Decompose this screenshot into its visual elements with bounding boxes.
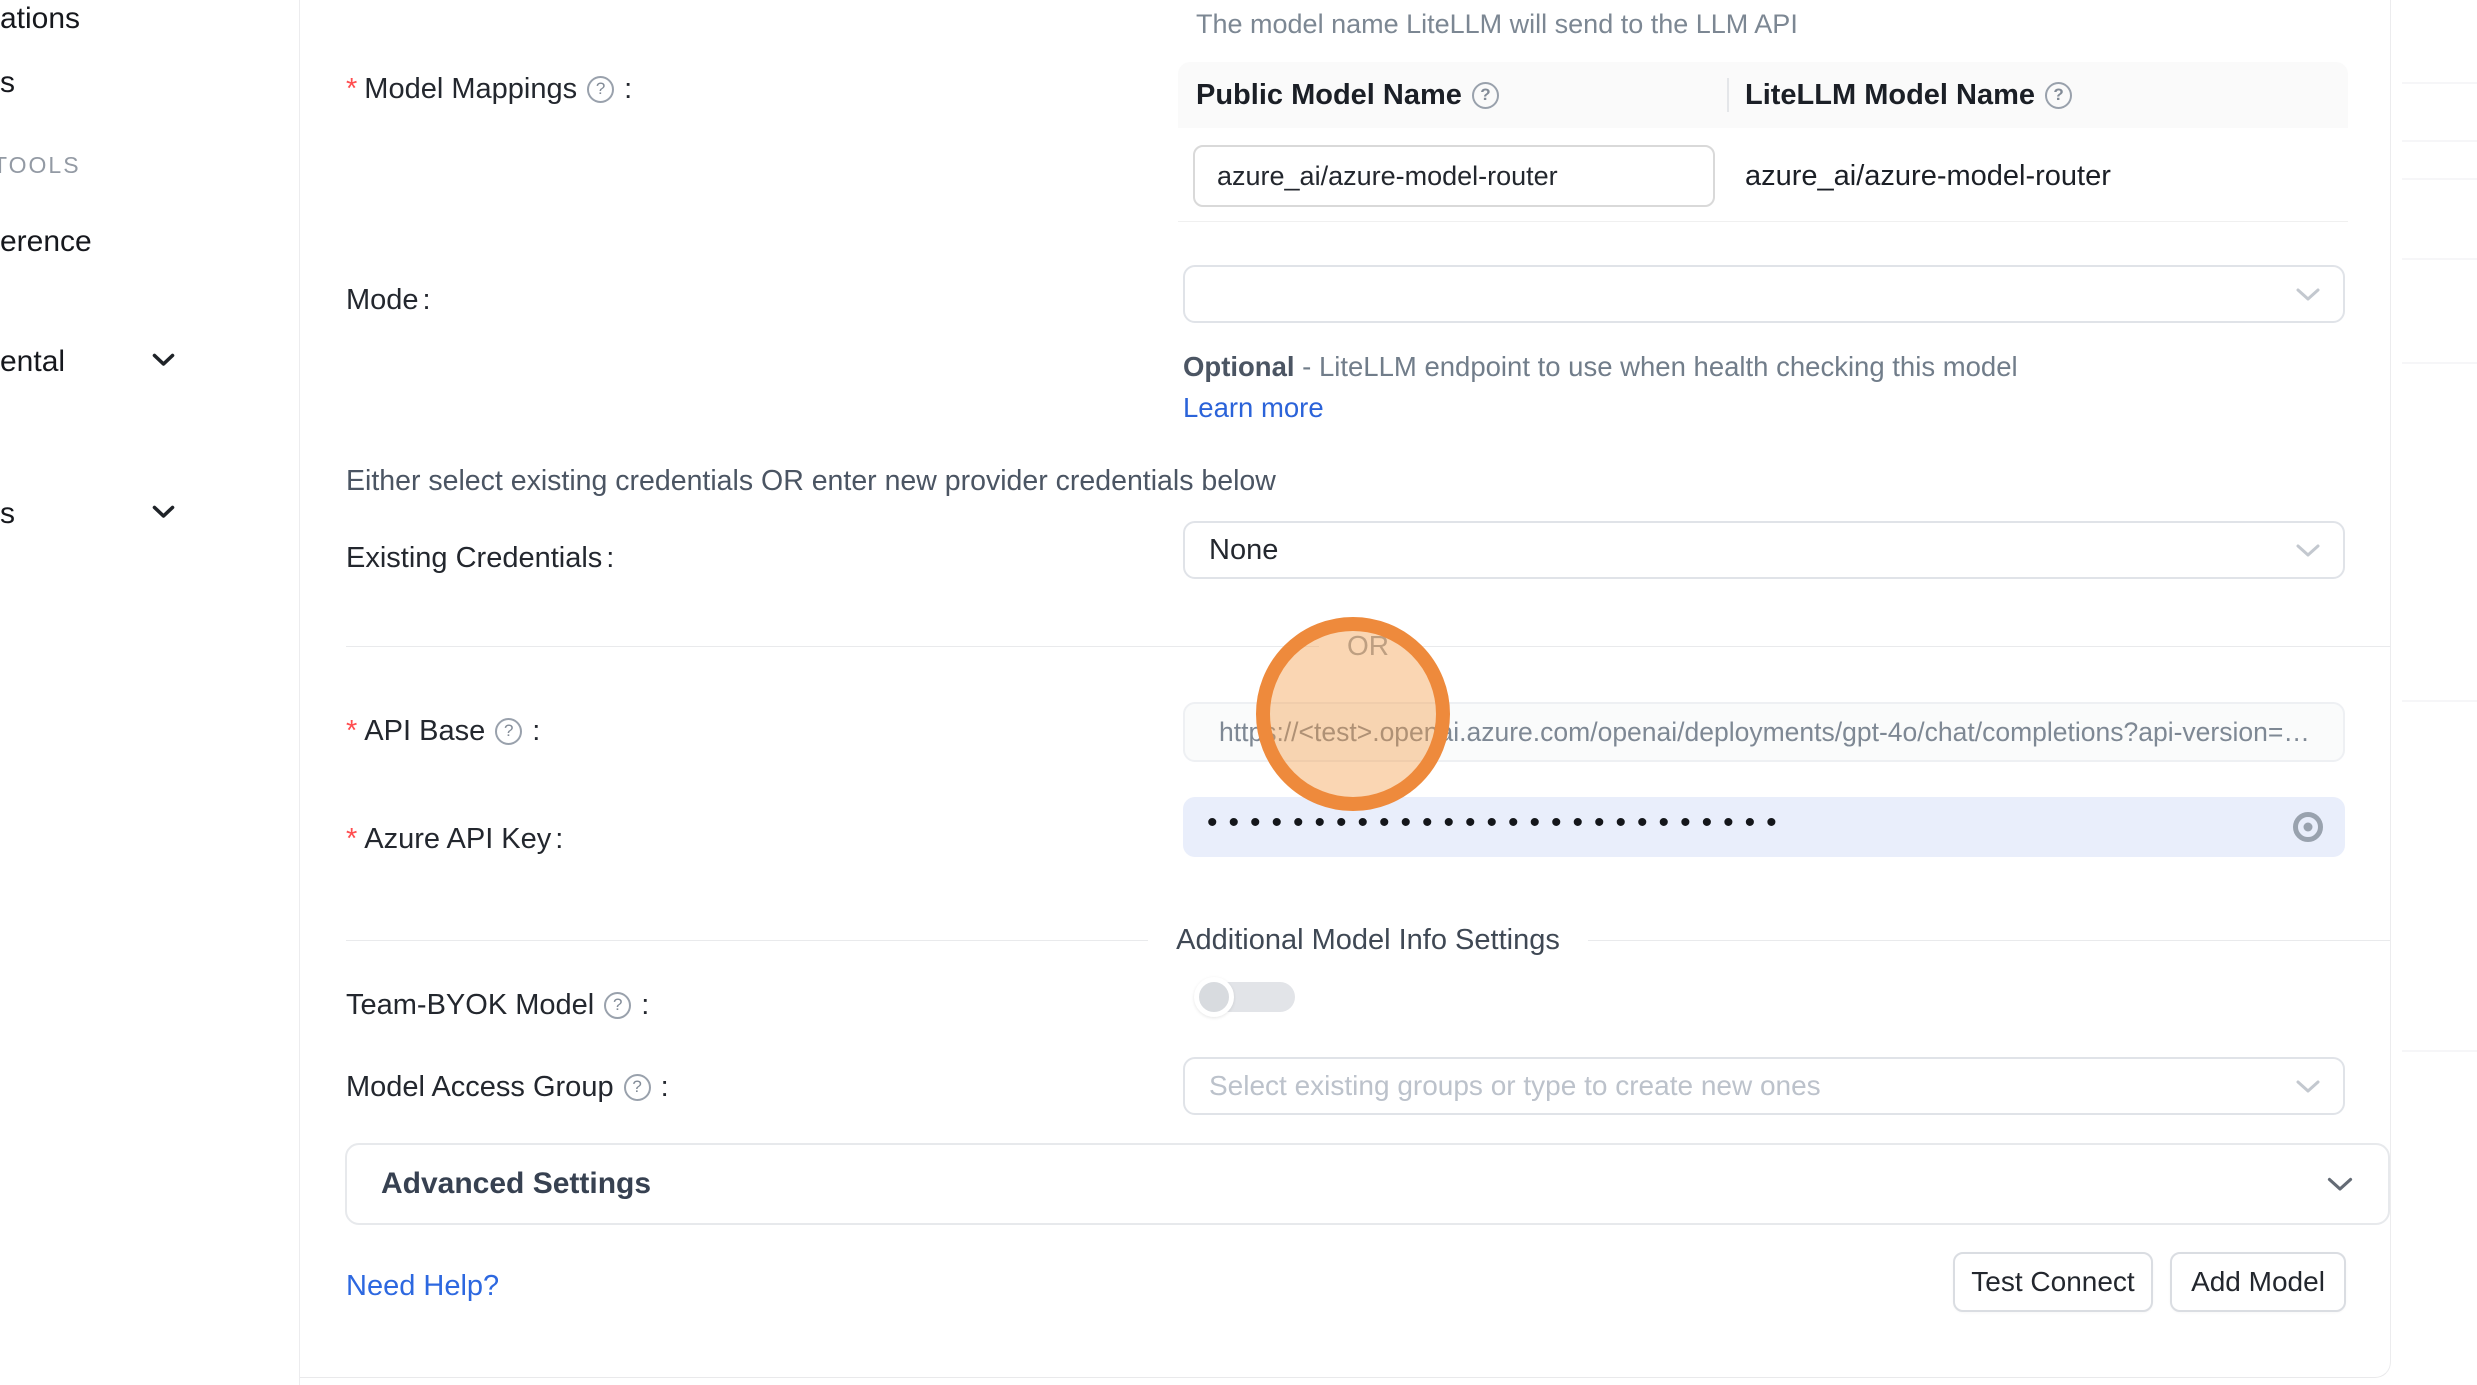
chevron-down-icon <box>2326 1176 2354 1193</box>
background-row-line <box>2402 1050 2477 1052</box>
test-connect-button[interactable]: Test Connect <box>1953 1252 2153 1312</box>
team-byok-label: Team-BYOK Model <box>346 990 649 1020</box>
column-divider <box>1727 78 1729 112</box>
background-row-line <box>2402 140 2477 142</box>
chevron-down-icon <box>2295 543 2321 558</box>
required-asterisk: * <box>346 74 357 104</box>
label-colon <box>624 74 632 104</box>
mode-select[interactable] <box>1183 265 2345 323</box>
label-colon <box>423 285 431 315</box>
label-colon <box>555 824 563 854</box>
background-row-line <box>2402 700 2477 702</box>
label-colon <box>641 990 649 1020</box>
toggle-knob <box>1194 977 1234 1017</box>
existing-credentials-label: Existing Credentials <box>346 543 614 573</box>
sidebar: ations s TOOLS erence ental s <box>0 0 300 1385</box>
column-header-public-model-name: Public Model Name <box>1196 62 1505 128</box>
model-access-group-input[interactable] <box>1209 1070 2283 1102</box>
advanced-settings-title: Advanced Settings <box>381 1167 651 1201</box>
help-icon[interactable] <box>495 718 522 745</box>
model-name-helper-text: The model name LiteLLM will send to the … <box>1196 8 1798 40</box>
learn-more-link[interactable]: Learn more <box>1183 392 1324 423</box>
label-colon <box>606 543 614 573</box>
sidebar-item-ations[interactable]: ations <box>0 2 80 36</box>
azure-api-key-label: * Azure API Key <box>346 824 563 854</box>
mode-help-text: Optional - LiteLLM endpoint to use when … <box>1183 346 2028 428</box>
advanced-settings-panel[interactable]: Advanced Settings <box>345 1143 2390 1225</box>
required-asterisk: * <box>346 824 357 854</box>
background-row-line <box>2402 362 2477 364</box>
add-model-button[interactable]: Add Model <box>2170 1252 2346 1312</box>
help-icon[interactable] <box>1472 82 1499 109</box>
chevron-down-icon[interactable] <box>152 353 175 367</box>
background-row-line <box>2402 82 2477 84</box>
api-base-input[interactable] <box>1183 702 2345 762</box>
help-icon[interactable] <box>624 1074 651 1101</box>
label-colon <box>532 716 540 746</box>
sidebar-item-erence[interactable]: erence <box>0 225 92 259</box>
team-byok-toggle[interactable] <box>1199 982 1295 1012</box>
help-icon[interactable] <box>604 992 631 1019</box>
column-header-litellm-model-name: LiteLLM Model Name <box>1745 62 2078 128</box>
api-base-label: * API Base <box>346 716 540 746</box>
model-mappings-label: * Model Mappings <box>346 74 632 104</box>
background-row-line <box>2402 258 2477 260</box>
sidebar-section-tools: TOOLS <box>0 152 81 179</box>
litellm-model-name-value: azure_ai/azure-model-router <box>1745 145 2111 207</box>
or-divider: OR <box>346 630 2390 662</box>
help-icon[interactable] <box>587 76 614 103</box>
help-icon[interactable] <box>2045 82 2072 109</box>
need-help-link[interactable]: Need Help? <box>346 1270 499 1303</box>
required-asterisk: * <box>346 716 357 746</box>
model-mappings-table: Public Model Name LiteLLM Model Name azu… <box>1178 62 2348 222</box>
model-access-group-label: Model Access Group <box>346 1072 669 1102</box>
label-colon <box>661 1072 669 1102</box>
chevron-down-icon <box>2295 1079 2321 1094</box>
eye-icon[interactable] <box>2291 810 2325 844</box>
add-model-page: ations s TOOLS erence ental s The model … <box>0 0 2477 1385</box>
chevron-down-icon <box>2295 287 2321 302</box>
azure-api-key-input[interactable]: ••••••••••••••••••••••••••• <box>1183 797 2345 857</box>
mode-label: Mode <box>346 285 431 315</box>
background-row-line <box>2402 178 2477 180</box>
sidebar-item-s2[interactable]: s <box>0 497 15 531</box>
additional-settings-divider: Additional Model Info Settings <box>346 924 2390 957</box>
sidebar-item-s1[interactable]: s <box>0 66 15 100</box>
model-access-group-select[interactable] <box>1183 1057 2345 1115</box>
public-model-name-input[interactable] <box>1193 145 1715 207</box>
sidebar-item-ental[interactable]: ental <box>0 345 65 379</box>
masked-key-value: ••••••••••••••••••••••••••• <box>1207 793 1788 853</box>
credentials-note: Either select existing credentials OR en… <box>346 465 1276 497</box>
chevron-down-icon[interactable] <box>152 505 175 519</box>
existing-credentials-select[interactable]: None <box>1183 521 2345 579</box>
